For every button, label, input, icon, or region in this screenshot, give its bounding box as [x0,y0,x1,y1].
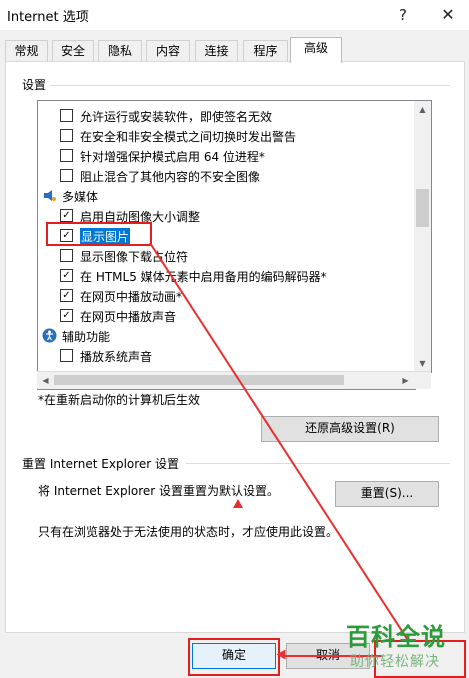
checkbox[interactable]: ✓ [60,269,73,282]
checkbox[interactable] [60,249,73,262]
annotation-arrow-head-icon [276,649,286,660]
vertical-scrollbar[interactable]: ▲ ▼ [414,100,432,373]
category-label: 多媒体 [62,190,99,204]
scroll-thumb[interactable] [416,189,429,227]
checkbox[interactable]: ✓ [60,309,73,322]
ok-button[interactable]: 确定 [192,643,276,669]
accessibility-icon [42,328,57,343]
tab-security[interactable]: 安全 [52,40,94,62]
watermark: 百科全说 助你轻松解决 [336,615,469,677]
setting-label: 显示图像下载占位符 [80,250,189,264]
tab-general[interactable]: 常规 [5,40,48,62]
tab-privacy[interactable]: 隐私 [98,40,142,62]
checkbox[interactable]: ✓ [60,209,73,222]
restore-advanced-button[interactable]: 还原高级设置(R) [261,416,439,442]
reset-group-label: 重置 Internet Explorer 设置 [22,457,180,471]
scroll-left-icon[interactable]: ◀ [37,372,54,389]
reset-button[interactable]: 重置(S)... [335,481,439,507]
checkbox[interactable] [60,349,73,362]
checkbox[interactable] [60,169,73,182]
setting-label: 播放系统声音 [80,350,153,364]
scroll-up-icon[interactable]: ▲ [414,101,431,118]
watermark-title: 百科全说 [346,623,446,651]
category-label: 辅助功能 [62,330,111,344]
tab-connections[interactable]: 连接 [195,40,238,62]
multimedia-icon [42,188,57,203]
settings-group-label: 设置 [22,78,47,92]
checkbox[interactable] [60,149,73,162]
setting-label: 在网页中播放动画* [80,290,183,304]
scroll-down-icon[interactable]: ▼ [414,355,431,372]
setting-label: 启用自动图像大小调整 [80,210,201,224]
tab-programs[interactable]: 程序 [243,40,288,62]
setting-label: 阻止混合了其他内容的不安全图像 [80,170,261,184]
scroll-right-icon[interactable]: ▶ [397,372,414,389]
settings-group-divider [50,85,450,86]
checkbox[interactable]: ✓ [60,289,73,302]
checkbox[interactable] [60,109,73,122]
reset-warning: 只有在浏览器处于无法使用的状态时，才应使用此设置。 [38,525,339,539]
tab-content[interactable]: 内容 [146,40,190,62]
tab-advanced[interactable]: 高级 [290,37,342,63]
setting-label: 显示图片 [80,228,131,245]
checkbox[interactable] [60,129,73,142]
setting-label: 在安全和非安全模式之间切换时发出警告 [80,130,297,144]
reset-description: 将 Internet Explorer 设置重置为默认设置。 [38,484,280,498]
setting-label: 在 HTML5 媒体元素中启用备用的编码解码器* [80,270,327,284]
window-title: Internet 选项 [7,10,89,25]
annotation-marker-icon [233,499,243,508]
checkbox[interactable]: ✓ [60,229,73,242]
scroll-thumb[interactable] [54,375,344,385]
setting-label: 在网页中播放声音 [80,310,177,324]
reset-group-divider [186,463,450,464]
setting-label: 允许运行或安装软件，即使签名无效 [80,110,273,124]
help-button[interactable]: ? [388,2,418,28]
watermark-subtitle: 助你轻松解决 [350,654,440,670]
setting-label: 针对增强保护模式启用 64 位进程* [80,150,265,164]
settings-list[interactable]: 允许运行或安装软件，即使签名无效 在安全和非安全模式之间切换时发出警告 针对增强… [37,100,416,390]
restart-note: *在重新启动你的计算机后生效 [38,393,201,407]
title-bar: Internet 选项 ? ✕ [0,0,469,30]
close-button[interactable]: ✕ [433,2,463,28]
